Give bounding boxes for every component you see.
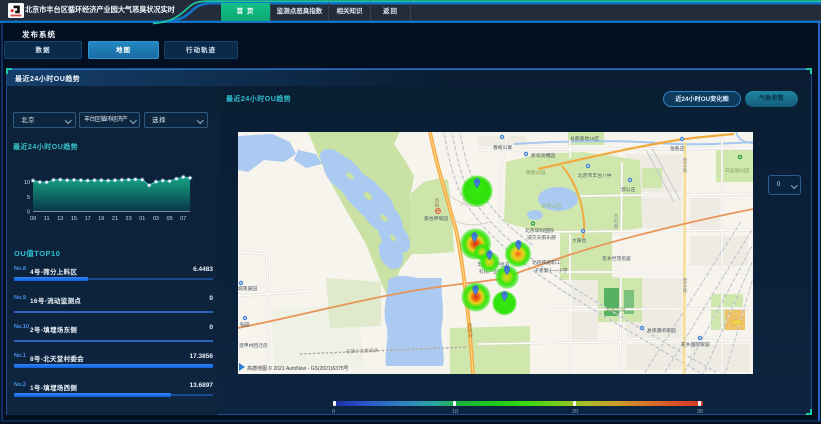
svg-text:花乡世茂名居: 花乡世茂名居: [602, 255, 631, 262]
svg-text:城南嘉园: 城南嘉园: [238, 285, 257, 292]
svg-text:路: 路: [683, 287, 688, 294]
svg-text:北京华科国际: 北京华科国际: [525, 227, 554, 234]
svg-text:新华双拥园: 新华双拥园: [531, 152, 555, 159]
svg-text:17: 17: [85, 216, 91, 222]
svg-text:高德地图 © 2021 AutoNavi - GS(2021: 高德地图 © 2021 AutoNavi - GS(2021)6375号: [247, 365, 349, 372]
svg-text:岳各庄: 岳各庄: [670, 145, 685, 152]
svg-text:世界公园: 世界公园: [541, 203, 561, 210]
svg-text:23: 23: [126, 216, 132, 222]
svg-text:05: 05: [167, 216, 173, 222]
svg-text:白盆窑公园: 白盆窑公园: [725, 167, 749, 174]
svg-text:21: 21: [112, 216, 118, 222]
svg-text:总部基地18区: 总部基地18区: [570, 135, 600, 142]
svg-text:易保康闲家园: 易保康闲家园: [647, 327, 676, 334]
svg-text:路: 路: [614, 223, 619, 230]
svg-text:07: 07: [180, 216, 186, 222]
svg-text:御景公园: 御景公园: [526, 169, 545, 176]
svg-text:19: 19: [98, 216, 104, 222]
svg-text:稻田: 稻田: [240, 321, 250, 328]
svg-text:高鑫公园: 高鑫公园: [606, 306, 625, 313]
svg-text:大葆台: 大葆台: [572, 237, 587, 244]
svg-text:01: 01: [139, 216, 145, 222]
svg-text:0: 0: [27, 210, 30, 216]
svg-text:北京铁路职工: 北京铁路职工: [532, 259, 561, 266]
svg-text:5: 5: [27, 195, 30, 201]
svg-text:路: 路: [683, 167, 688, 174]
svg-text:郭公庄: 郭公庄: [621, 186, 636, 193]
svg-text:紫谷伊甸园: 紫谷伊甸园: [424, 215, 448, 222]
svg-text:北京市丰台八中: 北京市丰台八中: [578, 172, 612, 179]
svg-text:香格公寓: 香格公寓: [493, 144, 512, 151]
svg-text:减灾天俱乐部: 减灾天俱乐部: [527, 234, 556, 241]
svg-text:13: 13: [57, 216, 63, 222]
svg-text:花乡国际家居: 花乡国际家居: [681, 341, 710, 348]
svg-text:10: 10: [24, 180, 30, 186]
svg-text:15: 15: [71, 216, 77, 222]
svg-text:子弟第十一小学: 子弟第十一小学: [534, 267, 568, 274]
svg-text:造甲村回迁房: 造甲村回迁房: [239, 342, 268, 349]
svg-text:11: 11: [44, 216, 50, 222]
svg-text:09: 09: [30, 216, 36, 222]
svg-text:03: 03: [153, 216, 159, 222]
